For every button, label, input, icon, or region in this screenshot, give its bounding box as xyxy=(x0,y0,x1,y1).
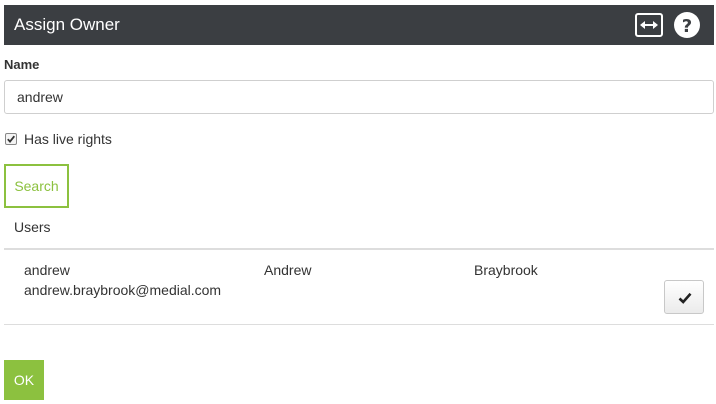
svg-text:?: ? xyxy=(682,16,692,37)
has-live-rights-label: Has live rights xyxy=(24,131,112,147)
dialog-title: Assign Owner xyxy=(14,15,120,34)
dialog-titlebar: Assign Owner ? xyxy=(4,5,714,45)
expand-horizontal-icon[interactable] xyxy=(635,13,663,37)
user-email: andrew.braybrook@medial.com xyxy=(24,282,222,298)
results-divider-bottom xyxy=(4,324,714,325)
ok-button[interactable]: OK xyxy=(4,360,44,400)
users-column-header: Users xyxy=(14,219,51,235)
table-row: andrew andrew.braybrook@medial.com Andre… xyxy=(4,250,714,324)
assign-owner-dialog: Assign Owner ? Name Has live rights Sear… xyxy=(0,0,716,404)
has-live-rights-row[interactable]: Has live rights xyxy=(4,130,112,148)
checkmark-icon xyxy=(678,292,692,304)
checkmark-icon xyxy=(7,135,16,143)
user-first-name: Andrew xyxy=(264,262,312,278)
select-user-button[interactable] xyxy=(664,280,704,314)
search-button[interactable]: Search xyxy=(4,164,69,208)
user-username: andrew xyxy=(24,262,70,278)
user-last-name: Braybrook xyxy=(474,262,538,278)
name-label: Name xyxy=(4,57,40,72)
name-input[interactable] xyxy=(4,80,714,114)
has-live-rights-checkbox[interactable] xyxy=(5,133,17,145)
help-icon[interactable]: ? xyxy=(674,12,700,38)
